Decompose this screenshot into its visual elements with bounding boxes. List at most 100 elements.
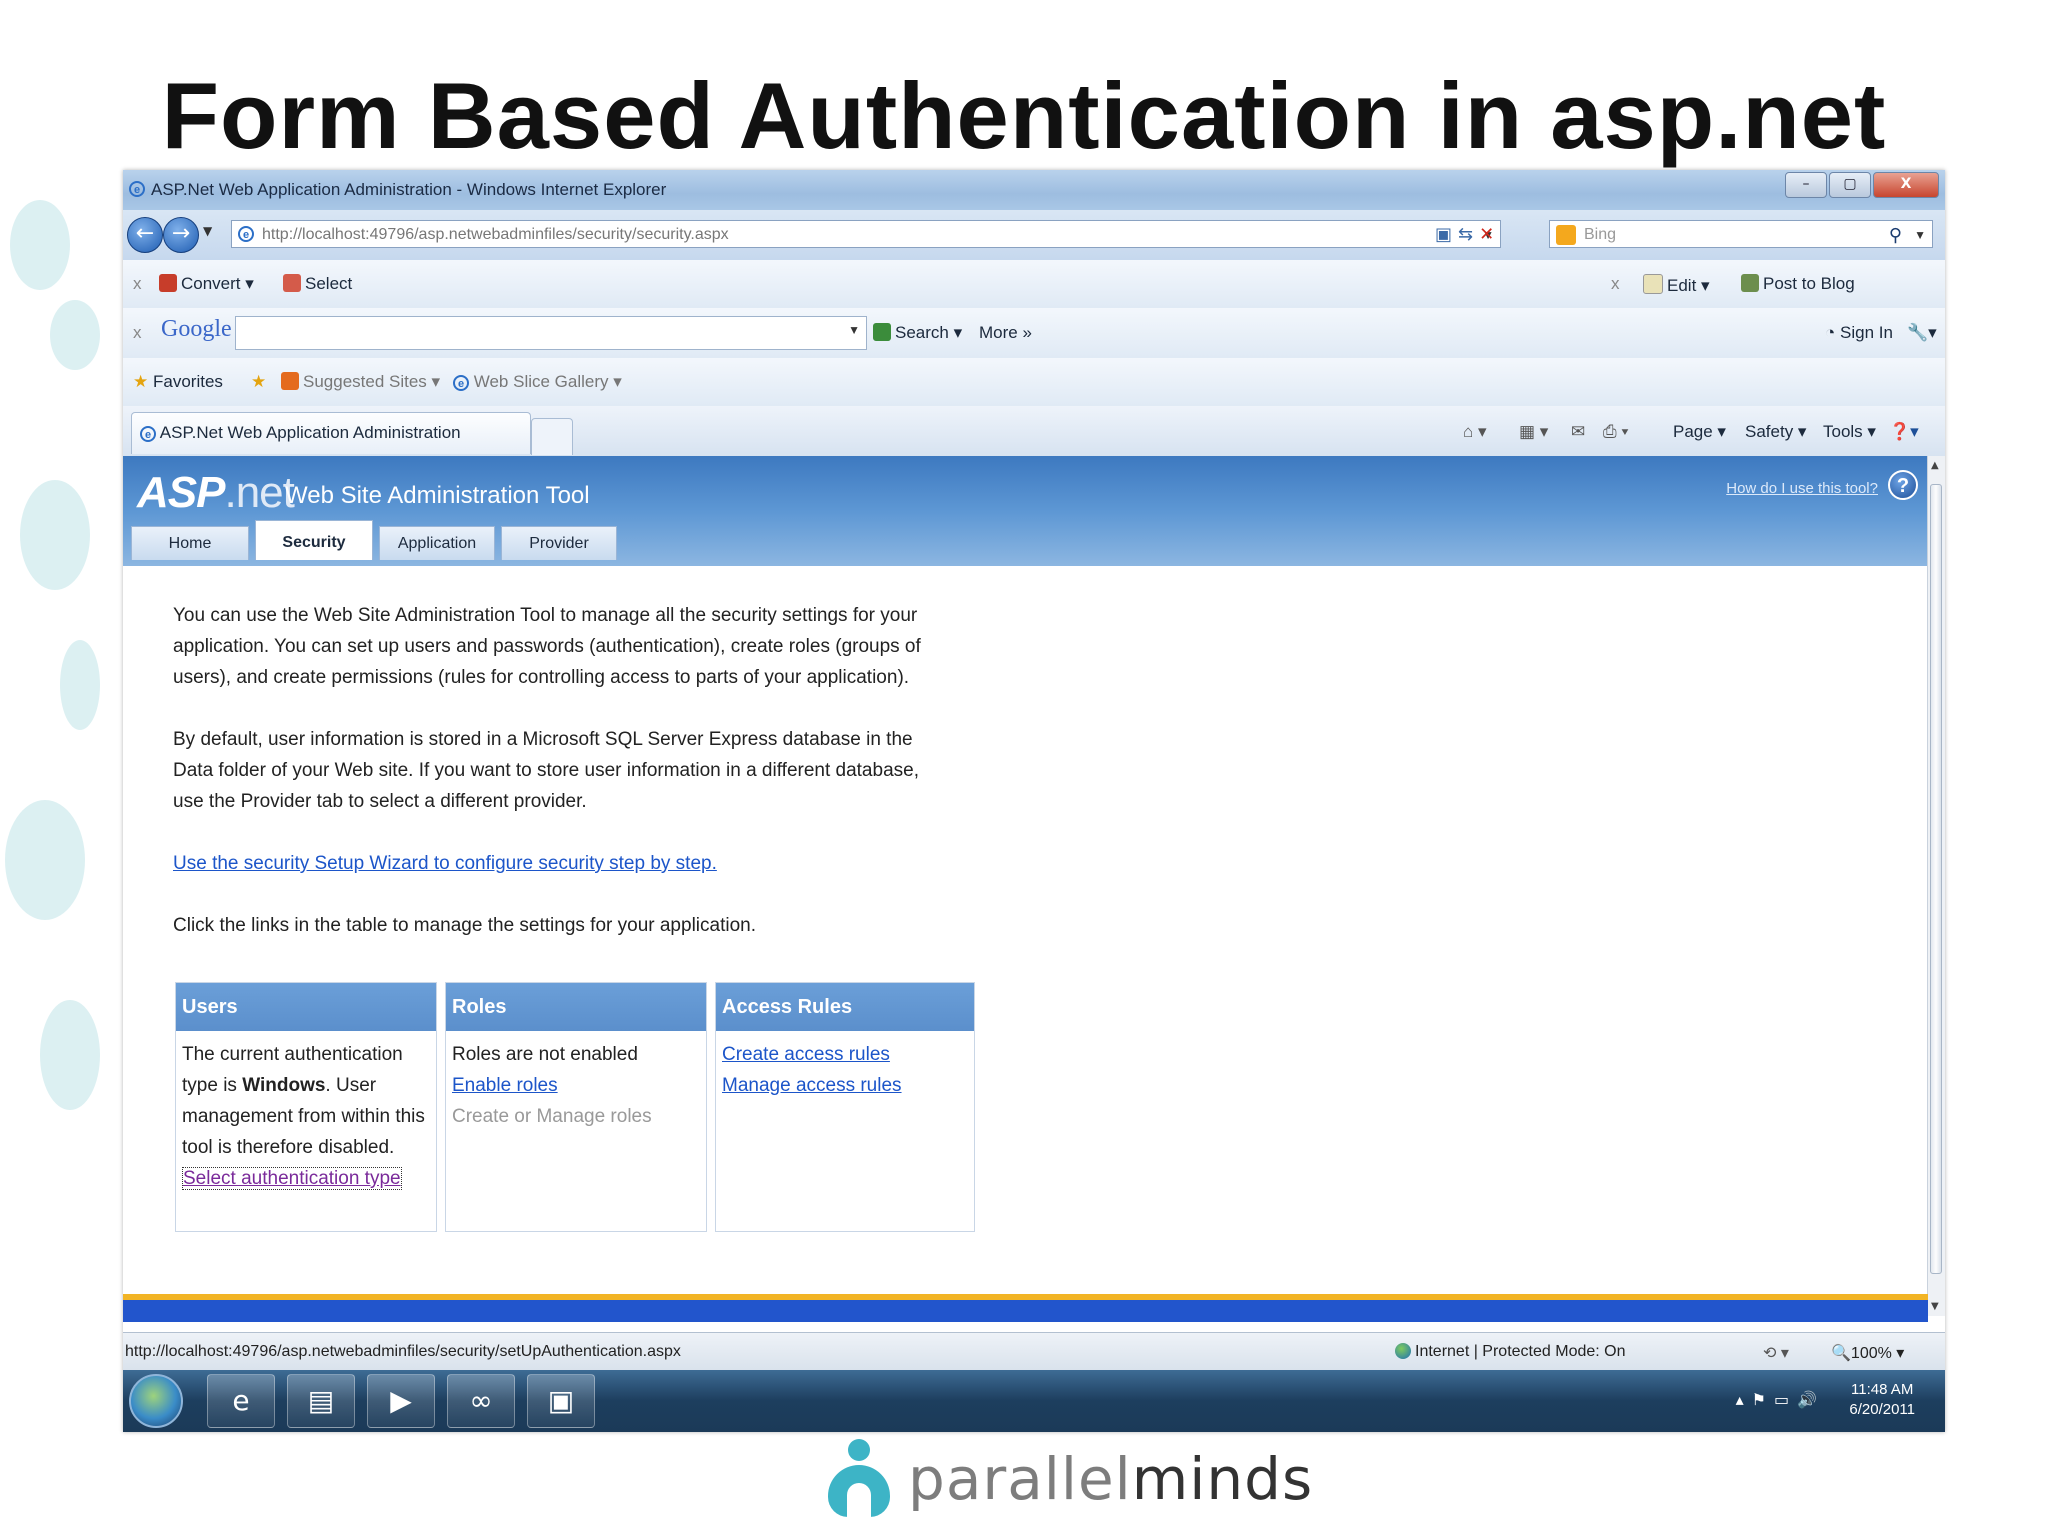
add-favorite-icon[interactable]: ★ — [251, 372, 266, 392]
access-rules-header: Access Rules — [716, 983, 974, 1031]
table-intro: Click the links in the table to manage t… — [173, 915, 756, 936]
taskbar-ie-icon[interactable]: e — [207, 1374, 275, 1428]
select-auth-type-link[interactable]: Select authentication type — [182, 1167, 402, 1190]
intro-paragraph: You can use the Web Site Administration … — [173, 605, 921, 688]
window-title: ASP.Net Web Application Administration -… — [151, 180, 667, 199]
close-button[interactable]: X — [1873, 172, 1939, 198]
tools-menu[interactable]: Tools ▾ — [1823, 422, 1876, 442]
select-button[interactable]: Select — [283, 274, 352, 294]
windows-taskbar: e ▤ ▶ ∞ ▣ ▴⚑▭🔊 11:48 AM 6/20/2011 — [123, 1370, 1945, 1432]
page-menu[interactable]: Page ▾ — [1673, 422, 1726, 442]
tool-title: Web Site Administration Tool — [285, 482, 590, 509]
sign-in-button[interactable]: ◔ Sign In — [1825, 323, 1893, 343]
conversion-toolbar: x Convert ▾ Select x Edit ▾ Post to Blog — [123, 260, 1945, 309]
setup-wizard-link[interactable]: Use the security Setup Wizard to configu… — [173, 853, 717, 874]
footer-band — [123, 1300, 1928, 1322]
security-content: You can use the Web Site Administration … — [173, 600, 953, 972]
security-zone[interactable]: Internet | Protected Mode: On — [1395, 1343, 1626, 1361]
tab-ie-icon: e — [140, 426, 156, 442]
google-more-button[interactable]: More » — [979, 323, 1032, 343]
system-tray-icons[interactable]: ▴⚑▭🔊 — [1736, 1390, 1825, 1409]
stop-icon[interactable]: ✕ — [1479, 224, 1500, 245]
wrench-icon[interactable]: 🔧▾ — [1907, 323, 1937, 343]
suggested-sites-icon — [281, 372, 299, 390]
clock-date: 6/20/2011 — [1849, 1401, 1915, 1418]
minimize-button[interactable]: – — [1785, 172, 1827, 198]
taskbar-explorer-icon[interactable]: ▤ — [287, 1374, 355, 1428]
convert-icon — [159, 274, 177, 292]
manage-roles-disabled: Create or Manage roles — [452, 1106, 652, 1127]
popup-blocker-icon[interactable]: ⟲ ▾ — [1763, 1343, 1789, 1363]
favorites-button[interactable]: ★ Favorites — [133, 372, 223, 392]
google-dropdown-icon[interactable]: ▼ — [848, 323, 860, 337]
tab-security[interactable]: Security — [255, 520, 373, 560]
tab-application[interactable]: Application — [379, 526, 495, 560]
close-blog-toolbar-icon[interactable]: x — [1611, 274, 1620, 294]
manage-access-rules-link[interactable]: Manage access rules — [722, 1075, 902, 1096]
taskbar-powerpoint-icon[interactable]: ▣ — [527, 1374, 595, 1428]
home-icon[interactable]: ⌂ ▾ — [1463, 422, 1487, 442]
google-search-input[interactable]: ▼ — [235, 316, 867, 350]
web-slice-gallery-button[interactable]: e Web Slice Gallery ▾ — [453, 372, 622, 392]
create-access-rules-link[interactable]: Create access rules — [722, 1044, 890, 1065]
taskbar-visual-studio-icon[interactable]: ∞ — [447, 1374, 515, 1428]
clock[interactable]: 11:48 AM 6/20/2011 — [1849, 1380, 1915, 1420]
google-search-button[interactable]: Search ▾ — [873, 323, 962, 343]
zoom-control[interactable]: 🔍100% ▾ — [1831, 1343, 1904, 1363]
asp-header: ASP.net Web Site Administration Tool How… — [123, 456, 1928, 566]
back-button[interactable]: ← — [127, 217, 163, 253]
browser-screenshot: e ASP.Net Web Application Administration… — [123, 170, 1945, 1432]
scroll-up-icon[interactable]: ▲ — [1931, 460, 1939, 471]
feeds-icon[interactable]: ▦ ▾ — [1519, 422, 1548, 442]
taskbar-media-player-icon[interactable]: ▶ — [367, 1374, 435, 1428]
refresh-icon[interactable]: ⇆ — [1458, 224, 1479, 245]
status-bar: http://localhost:49796/asp.netwebadminfi… — [123, 1332, 1945, 1371]
bing-logo-icon — [1556, 225, 1576, 245]
search-input[interactable]: Bing ⚲ ▼ — [1549, 220, 1933, 248]
access-rules-column: Access Rules Create access rules Manage … — [715, 982, 975, 1232]
person-logo-icon — [828, 1439, 890, 1519]
tab-provider[interactable]: Provider — [501, 526, 617, 560]
security-table: Users The current authentication type is… — [175, 982, 983, 1232]
globe-icon — [1395, 1343, 1411, 1359]
forward-button[interactable]: → — [163, 217, 199, 253]
search-icon[interactable]: ⚲ — [1889, 221, 1902, 249]
web-slice-icon: e — [453, 375, 469, 391]
storage-paragraph: By default, user information is stored i… — [173, 729, 919, 812]
start-button[interactable] — [129, 1374, 183, 1428]
address-bar[interactable]: e http://localhost:49796/asp.netwebadmin… — [231, 220, 1501, 248]
close-google-toolbar-icon[interactable]: x — [133, 323, 142, 343]
close-toolbar-icon[interactable]: x — [133, 274, 142, 294]
clock-time: 11:48 AM — [1851, 1381, 1914, 1398]
address-text: http://localhost:49796/asp.netwebadminfi… — [262, 226, 729, 243]
auth-type: Windows — [242, 1075, 326, 1096]
edit-button[interactable]: Edit ▾ — [1643, 274, 1710, 296]
history-dropdown-icon[interactable]: ▼ — [203, 224, 212, 238]
maximize-button[interactable]: ▢ — [1829, 172, 1871, 198]
print-icon[interactable]: ⎙ ▾ — [1603, 422, 1628, 442]
vertical-scrollbar[interactable]: ▲ ▼ — [1927, 456, 1945, 1316]
help-menu-icon[interactable]: ❓▾ — [1889, 422, 1919, 442]
page-icon: e — [238, 226, 254, 242]
safety-menu[interactable]: Safety ▾ — [1745, 422, 1806, 442]
tab-row: e ASP.Net Web Application Administration… — [123, 406, 1945, 457]
convert-button[interactable]: Convert ▾ — [159, 274, 254, 294]
new-tab-button[interactable] — [531, 418, 573, 455]
scroll-thumb[interactable] — [1930, 484, 1942, 1274]
post-to-blog-button[interactable]: Post to Blog — [1741, 274, 1855, 294]
ie-icon: e — [129, 181, 145, 197]
search-placeholder: Bing — [1584, 226, 1617, 243]
help-icon[interactable]: ? — [1888, 470, 1918, 500]
how-to-use-link[interactable]: How do I use this tool? — [1726, 480, 1878, 497]
tab-home[interactable]: Home — [131, 526, 249, 560]
tab-asp-admin[interactable]: e ASP.Net Web Application Administration — [131, 412, 531, 454]
search-dropdown-icon[interactable]: ▼ — [1914, 221, 1926, 249]
select-icon — [283, 274, 301, 292]
compatibility-icon[interactable]: ▣ — [1435, 224, 1458, 245]
mail-icon[interactable]: ✉ — [1571, 422, 1585, 442]
scroll-down-icon[interactable]: ▼ — [1931, 1301, 1939, 1312]
window-titlebar: e ASP.Net Web Application Administration… — [123, 170, 1945, 210]
suggested-sites-button[interactable]: Suggested Sites ▾ — [281, 372, 440, 392]
roles-column: Roles Roles are not enabled Enable roles… — [445, 982, 707, 1232]
enable-roles-link[interactable]: Enable roles — [452, 1075, 558, 1096]
